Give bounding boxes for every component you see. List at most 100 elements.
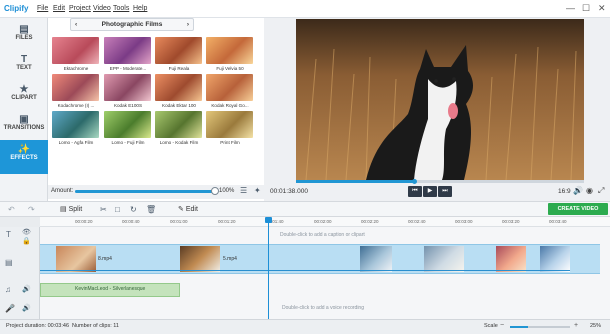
video-preview[interactable] xyxy=(296,19,584,180)
playhead[interactable] xyxy=(268,217,269,319)
text-track-icon: T xyxy=(6,230,11,239)
close-icon[interactable]: ✕ xyxy=(598,3,606,14)
ruler-tick: 00:03:20 xyxy=(502,219,520,224)
split-icon: ▤ xyxy=(60,206,67,213)
effect-thumb[interactable] xyxy=(104,74,151,101)
adjust-icon[interactable]: ☰ xyxy=(240,186,247,195)
effect-thumb[interactable] xyxy=(155,74,202,101)
ruler-tick: 00:00:20 xyxy=(75,219,93,224)
maximize-icon[interactable]: ☐ xyxy=(582,3,590,14)
effect-thumb-label: Fuji Reala xyxy=(168,66,190,71)
cut-icon[interactable]: ✂ xyxy=(100,205,107,214)
ruler-tick: 00:02:00 xyxy=(314,219,332,224)
menu-edit[interactable]: Edit xyxy=(53,5,65,12)
effect-thumb[interactable] xyxy=(155,111,202,138)
audio-clip-name: KevinMacLeod - Silverlanesque xyxy=(75,286,146,292)
sidebar-item-effects[interactable]: ✨ EFFECTS xyxy=(0,140,48,174)
magic-wand-icon[interactable]: ✦ xyxy=(254,186,261,195)
chevron-left-icon[interactable]: ‹ xyxy=(75,19,77,30)
redo-icon[interactable]: ↷ xyxy=(28,205,35,214)
clip-thumbnail[interactable] xyxy=(424,246,464,272)
timeline-toolbar xyxy=(0,201,610,217)
title-bar xyxy=(0,0,610,18)
zoom-out-icon[interactable]: − xyxy=(500,322,504,329)
files-icon: ▤ xyxy=(19,24,29,35)
caption-track-hint[interactable]: Double-click to add a caption or clipart xyxy=(280,232,365,238)
eye-icon[interactable]: 👁 xyxy=(22,228,31,236)
clip-name: 5.mp4 xyxy=(223,256,237,262)
effect-thumb-label: Lomo - Agfa Film xyxy=(58,140,94,145)
crop-icon[interactable]: □ xyxy=(115,205,120,214)
sidebar-item-clipart[interactable]: ★ CLIPART xyxy=(0,80,48,110)
playback-progress[interactable] xyxy=(296,180,584,183)
edit-icon: ✎ xyxy=(178,206,184,213)
effects-category-selector[interactable]: ‹ Photographic Films › xyxy=(70,18,194,31)
sidebar: ▤ FILES T TEXT ★ CLIPART ▣ TRANSITIONS ✨… xyxy=(0,18,48,201)
voice-volume-icon[interactable]: 🔊 xyxy=(22,304,31,312)
zoom-in-icon[interactable]: + xyxy=(574,322,578,329)
split-button[interactable]: ▤ Split xyxy=(60,205,82,213)
audio-volume-icon[interactable]: 🔊 xyxy=(22,285,31,293)
clip-thumbnail[interactable] xyxy=(180,246,220,272)
effect-thumb[interactable] xyxy=(52,111,99,138)
effect-thumb-label: Kodachrome (I) ... xyxy=(57,103,95,108)
effect-thumb[interactable] xyxy=(155,37,202,64)
play-icon[interactable]: ▶ xyxy=(423,186,437,197)
effect-thumb[interactable] xyxy=(52,74,99,101)
amount-slider[interactable] xyxy=(75,190,215,193)
effect-thumb[interactable] xyxy=(206,111,253,138)
chevron-right-icon[interactable]: › xyxy=(187,19,189,30)
aspect-ratio-selector[interactable]: 16:9 xyxy=(558,188,571,195)
effect-thumb[interactable] xyxy=(52,37,99,64)
snapshot-icon[interactable]: ◉ xyxy=(586,186,593,195)
effect-thumb[interactable] xyxy=(104,111,151,138)
effect-thumb-label: Kodak Ektar 100 xyxy=(162,103,196,108)
playhead-handle[interactable] xyxy=(265,217,272,223)
effect-thumb-label: Lomo - Fuji Film xyxy=(111,140,145,145)
clip-thumbnail[interactable] xyxy=(496,246,526,272)
clip-thumbnail[interactable] xyxy=(540,246,570,272)
music-track-icon: ♫ xyxy=(5,285,11,294)
effect-thumb[interactable] xyxy=(206,37,253,64)
previous-icon[interactable]: ⏮ xyxy=(408,186,422,197)
volume-icon[interactable]: 🔊 xyxy=(573,186,583,195)
next-icon[interactable]: ⏭ xyxy=(438,186,452,197)
clip-count: Number of clips: 11 xyxy=(72,323,119,329)
sidebar-item-text[interactable]: T TEXT xyxy=(0,50,48,80)
rotate-icon[interactable]: ↻ xyxy=(130,205,137,214)
menu-project[interactable]: Project xyxy=(69,5,91,12)
menu-video[interactable]: Video xyxy=(93,5,111,12)
undo-icon[interactable]: ↶ xyxy=(8,205,15,214)
clip-thumbnail[interactable] xyxy=(360,246,392,272)
sidebar-item-transitions[interactable]: ▣ TRANSITIONS xyxy=(0,110,48,140)
menu-tools[interactable]: Tools xyxy=(113,5,129,12)
ruler-tick: 00:01:20 xyxy=(218,219,236,224)
ruler-tick: 00:01:00 xyxy=(170,219,188,224)
ruler-tick: 00:03:40 xyxy=(549,219,567,224)
menu-help[interactable]: Help xyxy=(133,5,147,12)
clip-volume-line[interactable] xyxy=(40,270,570,271)
app-logo: Clipify xyxy=(4,4,29,13)
time-display: 00:01:38.000 xyxy=(270,188,308,195)
edit-button[interactable]: ✎ Edit xyxy=(178,205,198,213)
ruler-tick: 00:03:00 xyxy=(455,219,473,224)
minimize-icon[interactable]: — xyxy=(566,3,575,13)
effect-thumb-label: Ektachrome xyxy=(63,66,89,71)
clip-thumbnail[interactable] xyxy=(56,246,96,272)
fullscreen-icon[interactable]: ⤢ xyxy=(598,186,604,196)
delete-icon[interactable]: 🗑 xyxy=(146,205,156,214)
scale-slider[interactable] xyxy=(510,326,570,328)
menu-file[interactable]: File xyxy=(37,5,48,12)
amount-slider-handle[interactable] xyxy=(211,187,219,195)
effect-thumb-label: EPP - Moderate... xyxy=(109,66,147,71)
effect-thumb[interactable] xyxy=(104,37,151,64)
sidebar-item-files[interactable]: ▤ FILES xyxy=(0,20,48,50)
effect-thumb-label: Kodak E100S xyxy=(113,103,143,108)
ruler-tick: 00:02:20 xyxy=(361,219,379,224)
scale-label: Scale xyxy=(484,323,498,329)
effect-thumb[interactable] xyxy=(206,74,253,101)
lock-icon[interactable]: 🔒 xyxy=(22,237,31,245)
clip-name: 8.mp4 xyxy=(98,256,112,262)
create-video-button[interactable]: CREATE VIDEO xyxy=(548,203,608,215)
voice-track-hint[interactable]: Double-click to add a voice recording xyxy=(282,305,364,311)
